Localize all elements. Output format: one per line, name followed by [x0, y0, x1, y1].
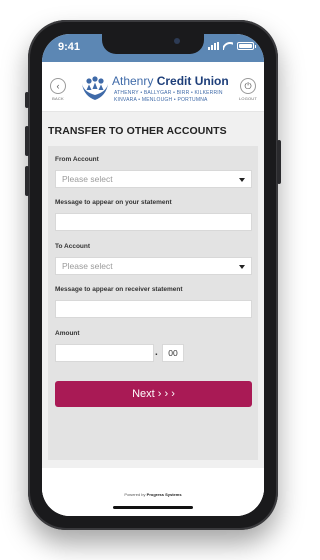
phone-screen: 9:41 ‹ BACK Athenry Credit Union ATHENRY… — [42, 34, 264, 516]
message-receiver-input[interactable] — [55, 300, 252, 318]
app-header: ‹ BACK Athenry Credit Union ATHENRY • BA… — [42, 62, 264, 112]
back-button[interactable]: ‹ BACK — [48, 78, 68, 101]
from-account-value: Please select — [62, 174, 113, 184]
signal-icon — [208, 42, 219, 50]
notch — [102, 34, 204, 54]
volume-up-button — [25, 126, 29, 156]
to-account-value: Please select — [62, 261, 113, 271]
chevron-down-icon — [239, 265, 245, 269]
from-account-select[interactable]: Please select — [55, 170, 252, 188]
main-content: TRANSFER TO OTHER ACCOUNTS From Account … — [42, 112, 264, 516]
volume-down-button — [25, 166, 29, 196]
chevron-down-icon — [239, 178, 245, 182]
powered-by-text: Powered by Progress Systems — [124, 492, 182, 497]
credit-union-logo: Athenry Credit Union ATHENRY • BALLYGAR … — [80, 74, 229, 106]
logout-label: LOGOUT — [238, 96, 258, 101]
amount-cents-input[interactable]: 00 — [162, 344, 184, 362]
status-icons — [208, 42, 256, 50]
logo-towns-line-2: KINVARA • MENLOUGH • PORTUMNA — [114, 97, 208, 103]
status-bar: 9:41 — [42, 34, 264, 62]
logo-towns-line-1: ATHENRY • BALLYGAR • BIRR • KILKERRIN — [114, 90, 223, 96]
home-indicator[interactable] — [113, 506, 193, 509]
back-chevron-icon: ‹ — [50, 78, 66, 94]
page-title: TRANSFER TO OTHER ACCOUNTS — [48, 125, 227, 137]
message-receiver-label: Message to appear on receiver statement — [55, 286, 183, 293]
from-account-label: From Account — [55, 156, 99, 163]
power-button — [277, 140, 281, 184]
amount-decimal-separator: . — [155, 347, 158, 358]
status-time: 9:41 — [58, 41, 81, 53]
logo-hands-icon — [82, 76, 108, 100]
message-own-input[interactable] — [55, 213, 252, 231]
camera-icon — [174, 38, 180, 44]
mute-switch — [25, 92, 29, 108]
message-own-label: Message to appear on your statement — [55, 199, 172, 206]
transfer-form: From Account Please select Message to ap… — [48, 146, 258, 460]
next-button[interactable]: Next › › › — [55, 381, 252, 407]
amount-euros-input[interactable] — [55, 344, 154, 362]
wifi-icon — [223, 42, 233, 50]
logout-button[interactable]: ⏻ LOGOUT — [238, 78, 258, 101]
power-icon: ⏻ — [240, 78, 256, 94]
battery-fill — [239, 44, 252, 48]
logo-name: Athenry Credit Union — [112, 74, 229, 88]
to-account-select[interactable]: Please select — [55, 257, 252, 275]
to-account-label: To Account — [55, 243, 91, 250]
back-label: BACK — [52, 96, 64, 101]
amount-label: Amount — [55, 330, 80, 337]
battery-icon — [237, 42, 256, 50]
